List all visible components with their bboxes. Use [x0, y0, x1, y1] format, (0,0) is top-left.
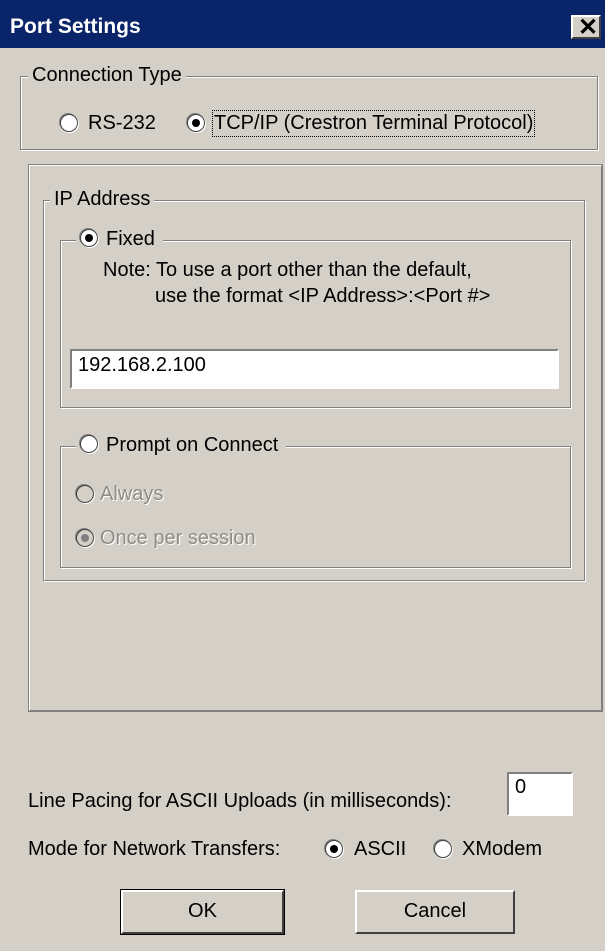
once-per-session-radio[interactable]	[76, 529, 94, 547]
rs232-label[interactable]: RS-232	[88, 112, 156, 135]
connection-type-legend: Connection Type	[28, 64, 186, 87]
ip-address-legend: IP Address	[50, 188, 155, 211]
close-button[interactable]: ✕	[571, 14, 601, 41]
fixed-label[interactable]: Fixed	[106, 228, 155, 250]
prompt-radio[interactable]	[80, 435, 98, 453]
port-settings-dialog: Port Settings ✕ Connection Type RS-232 T…	[0, 0, 605, 951]
always-label: Always	[100, 483, 164, 505]
once-per-session-label: Once per session	[100, 527, 256, 549]
prompt-legend: Prompt on Connect	[76, 434, 287, 457]
line-pacing-label: Line Pacing for ASCII Uploads (in millis…	[28, 790, 452, 812]
ascii-radio[interactable]	[325, 840, 343, 858]
always-radio[interactable]	[76, 485, 94, 503]
ip-address-input[interactable]: 192.168.2.100	[70, 349, 559, 389]
close-icon: ✕	[578, 14, 599, 41]
ok-button[interactable]: OK	[120, 889, 285, 935]
tcpip-label[interactable]: TCP/IP (Crestron Terminal Protocol)	[211, 110, 536, 137]
cancel-button[interactable]: Cancel	[355, 890, 515, 934]
note-line-2: use the format <IP Address>:<Port #>	[155, 285, 491, 307]
fixed-radio[interactable]	[80, 229, 98, 247]
network-mode-label: Mode for Network Transfers:	[28, 838, 281, 860]
line-pacing-input[interactable]: 0	[507, 772, 573, 816]
fixed-legend: Fixed	[76, 228, 163, 251]
title-bar[interactable]: Port Settings ✕	[0, 0, 605, 48]
prompt-label[interactable]: Prompt on Connect	[106, 434, 278, 456]
ascii-label[interactable]: ASCII	[354, 838, 406, 861]
rs232-radio[interactable]	[60, 114, 78, 132]
note-line-1: Note: To use a port other than the defau…	[103, 259, 472, 281]
xmodem-radio[interactable]	[434, 840, 452, 858]
window-title: Port Settings	[10, 15, 141, 38]
xmodem-label[interactable]: XModem	[462, 838, 542, 861]
tcpip-radio[interactable]	[187, 114, 205, 132]
